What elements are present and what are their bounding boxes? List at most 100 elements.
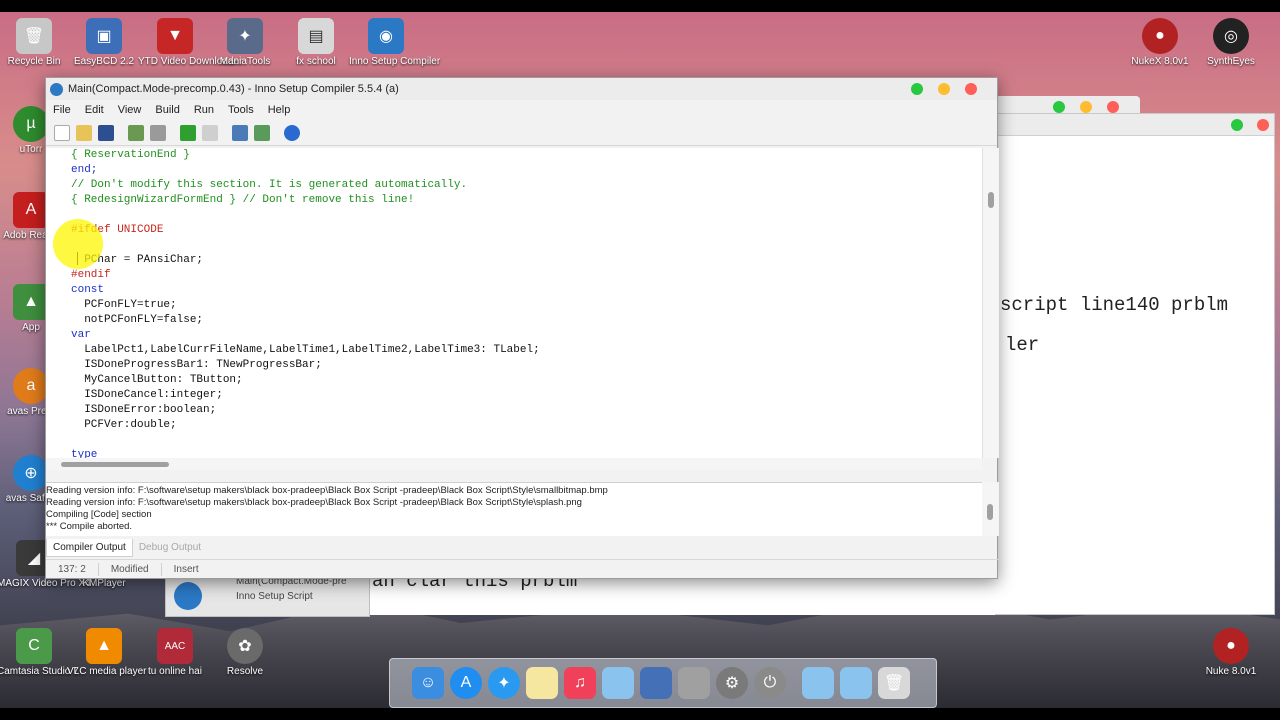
help-icon[interactable]	[284, 124, 300, 141]
maximize-button[interactable]	[1053, 101, 1065, 113]
maximize-button[interactable]	[911, 83, 923, 95]
finder-icon[interactable]: ☺	[412, 667, 444, 699]
desktop-icon-easybcd[interactable]: ▣ EasyBCD 2.2	[67, 18, 141, 67]
desktop-icon-ytd[interactable]: ▼ YTD Video Downloader	[138, 18, 243, 67]
scrollbar-thumb[interactable]	[987, 504, 993, 520]
close-button[interactable]	[1257, 119, 1269, 131]
menu-run[interactable]: Run	[194, 104, 214, 116]
cursor-highlight	[53, 219, 103, 269]
minimize-button[interactable]	[1080, 101, 1092, 113]
minimize-button[interactable]	[938, 83, 950, 95]
menu-view[interactable]: View	[118, 104, 142, 116]
menu-file[interactable]: File	[53, 104, 71, 116]
window-controls	[911, 83, 977, 95]
camtasia-icon: C	[16, 628, 52, 664]
inno-setup-window[interactable]: Main(Compact.Mode-precomp.0.43) - Inno S…	[45, 77, 999, 579]
aac-audio-icon: AAC	[157, 628, 193, 664]
open-folder-icon[interactable]	[76, 124, 92, 141]
settings-gear-icon[interactable]: ⚙	[716, 667, 748, 699]
dock: ☺ A ✦ ♫ ⚙ ⏻ 🗑	[389, 658, 937, 708]
app-store-icon[interactable]: A	[450, 667, 482, 699]
close-button[interactable]	[1107, 101, 1119, 113]
menu-tools[interactable]: Tools	[228, 104, 254, 116]
code-line: ISDoneCancel:integer;	[71, 389, 223, 401]
output-scrollbar[interactable]	[982, 482, 999, 536]
easybcd-icon: ▣	[86, 18, 122, 54]
desktop-icon-label: Nuke 8.0v1	[1205, 666, 1257, 677]
code-line: const	[71, 284, 105, 296]
menu-build[interactable]: Build	[155, 104, 179, 116]
uninstall-icon[interactable]	[254, 124, 270, 141]
music-icon[interactable]: ♫	[564, 667, 596, 699]
adobe-reader-icon: A	[13, 192, 49, 228]
window-titlebar[interactable]: Main(Compact.Mode-precomp.0.43) - Inno S…	[46, 78, 997, 100]
editor-horizontal-scrollbar[interactable]	[46, 458, 982, 470]
code-editor[interactable]: { ReservationEnd } end; // Don't modify th…	[46, 148, 982, 458]
output-line: Reading version info: F:\software\setup …	[46, 497, 582, 508]
notes-icon[interactable]	[526, 667, 558, 699]
desktop-icon-inno-setup[interactable]: ◉ Inno Setup Compiler	[349, 18, 440, 67]
editor-vertical-scrollbar[interactable]	[982, 148, 999, 458]
code-line: PChar = PAnsiChar;	[71, 254, 204, 266]
run-icon[interactable]	[180, 124, 196, 141]
desktop-icon-fx-school[interactable]: ▤ fx school	[279, 18, 353, 67]
scrollbar-thumb[interactable]	[61, 462, 169, 467]
target-setup-icon[interactable]	[232, 124, 248, 141]
trash-icon[interactable]: 🗑	[878, 667, 910, 699]
menu-edit[interactable]: Edit	[85, 104, 104, 116]
modified-status: Modified	[99, 562, 162, 576]
desktop-icon-vlc[interactable]: ▲ VLC media player	[67, 628, 146, 677]
desktop-icon-camtasia[interactable]: C Camtasia Studio 7	[0, 628, 79, 677]
desktop-icon-nukex[interactable]: ● NukeX 8.0v1	[1123, 18, 1197, 67]
nukex-icon: ●	[1142, 18, 1178, 54]
document-icon: ▤	[298, 18, 334, 54]
code-line: LabelPct1,LabelCurrFileName,LabelTime1,L…	[71, 344, 540, 356]
save-icon[interactable]	[98, 124, 114, 141]
close-button[interactable]	[965, 83, 977, 95]
maximize-button[interactable]	[1231, 119, 1243, 131]
pause-icon[interactable]	[202, 124, 218, 141]
background-text-window[interactable]	[990, 113, 1275, 615]
folder-icon[interactable]	[602, 667, 634, 699]
desktop-icon-maniatools[interactable]: ✦ ManiaTools	[208, 18, 282, 67]
desktop-icon-syntheyes[interactable]: ◎ SynthEyes	[1194, 18, 1268, 67]
new-file-icon[interactable]	[54, 124, 70, 141]
downloads-folder-icon[interactable]	[802, 667, 834, 699]
code-line: notPCFonFLY=false;	[71, 314, 204, 326]
letterbox-top	[0, 0, 1280, 12]
menu-help[interactable]: Help	[268, 104, 291, 116]
desktop-icon-label: MAGIX Video Pro X4	[0, 578, 91, 589]
desktop-icon-label: ManiaTools	[219, 56, 271, 67]
code-line: // Don't modify this section. It is gene…	[71, 179, 468, 191]
output-tabs: Compiler Output Debug Output	[46, 539, 999, 557]
letterbox-bottom	[0, 708, 1280, 720]
documents-folder-icon[interactable]	[840, 667, 872, 699]
blank-icon[interactable]	[678, 667, 710, 699]
compile-icon[interactable]	[128, 124, 144, 141]
desktop-icon-label: Resolve	[226, 666, 264, 677]
desktop-icon-resolve[interactable]: ✿ Resolve	[208, 628, 282, 677]
safari-icon[interactable]: ✦	[488, 667, 520, 699]
avast-icon: a	[13, 368, 49, 404]
compiler-output-pane: Reading version info: F:\software\setup …	[46, 482, 982, 536]
desktop-icon-label: fx school	[296, 56, 336, 67]
display-icon[interactable]	[640, 667, 672, 699]
tab-compiler-output[interactable]: Compiler Output	[46, 539, 133, 557]
desktop-icon-label: KMPlayer	[82, 578, 126, 589]
desktop-icon-recycle-bin[interactable]: 🗑 Recycle Bin	[0, 18, 71, 67]
stop-compile-icon[interactable]	[150, 124, 166, 141]
window-title: Main(Compact.Mode-precomp.0.43) - Inno S…	[68, 83, 399, 95]
tab-debug-output[interactable]: Debug Output	[132, 539, 208, 557]
taskbar-thumbnail[interactable]: Main(Compact.Mode-pre Inno Setup Script	[165, 573, 370, 617]
thumbnail-subtitle: Inno Setup Script	[236, 591, 313, 602]
desktop-icon-label: YTD Video Downloader	[138, 56, 243, 67]
power-icon[interactable]: ⏻	[754, 667, 786, 699]
scrollbar-thumb[interactable]	[988, 192, 994, 208]
desktop-icon-label: Recycle Bin	[7, 56, 61, 67]
desktop-icon-nuke[interactable]: ● Nuke 8.0v1	[1194, 628, 1268, 677]
desktop-icon-tu-online-hai[interactable]: AAC tu online hai	[138, 628, 212, 677]
desktop-icon-label: SynthEyes	[1207, 56, 1255, 67]
desktop-icon-label: EasyBCD 2.2	[73, 56, 135, 67]
